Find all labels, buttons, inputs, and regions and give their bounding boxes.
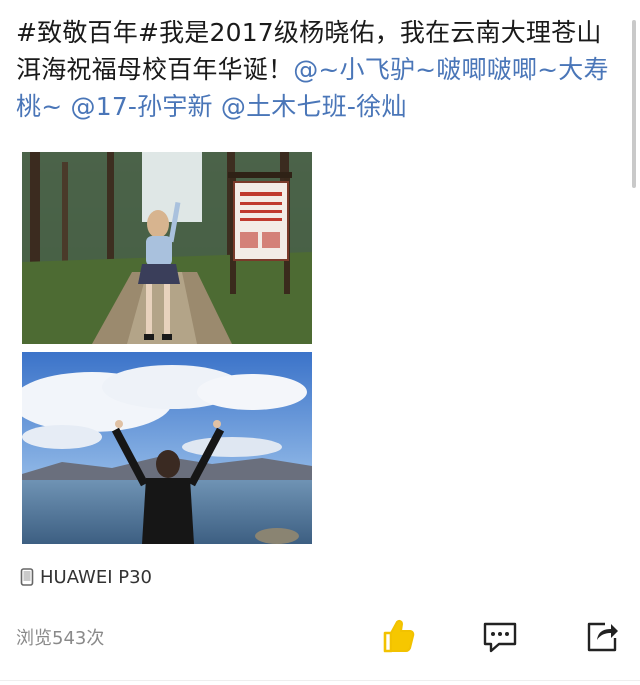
- like-button[interactable]: [378, 616, 418, 656]
- phone-icon: [20, 568, 34, 586]
- post-photo-2[interactable]: [22, 352, 312, 544]
- device-label: HUAWEI P30: [40, 566, 152, 588]
- thumbs-up-icon: [383, 619, 415, 653]
- comment-button[interactable]: [480, 616, 520, 656]
- mention-link-2[interactable]: @17-孙宇新: [71, 92, 213, 121]
- forest-path-photo: [22, 152, 312, 344]
- comment-icon: [483, 622, 517, 653]
- post-detail: #致敬百年#我是2017级杨晓佑，我在云南大理苍山洱海祝福母校百年华诞！@~小飞…: [0, 0, 640, 685]
- mention-link-3[interactable]: @土木七班-徐灿: [221, 92, 407, 121]
- post-photo-1[interactable]: [22, 152, 312, 344]
- share-icon: [587, 622, 618, 652]
- post-footer: 浏览543次: [0, 612, 640, 662]
- scrollbar[interactable]: [632, 20, 636, 188]
- share-button[interactable]: [582, 616, 622, 656]
- device-tag: HUAWEI P30: [20, 565, 152, 589]
- lake-photo: [22, 352, 312, 544]
- post-text: #致敬百年#我是2017级杨晓佑，我在云南大理苍山洱海祝福母校百年华诞！@~小飞…: [16, 14, 616, 125]
- view-count: 浏览543次: [16, 628, 105, 649]
- divider: [0, 680, 640, 681]
